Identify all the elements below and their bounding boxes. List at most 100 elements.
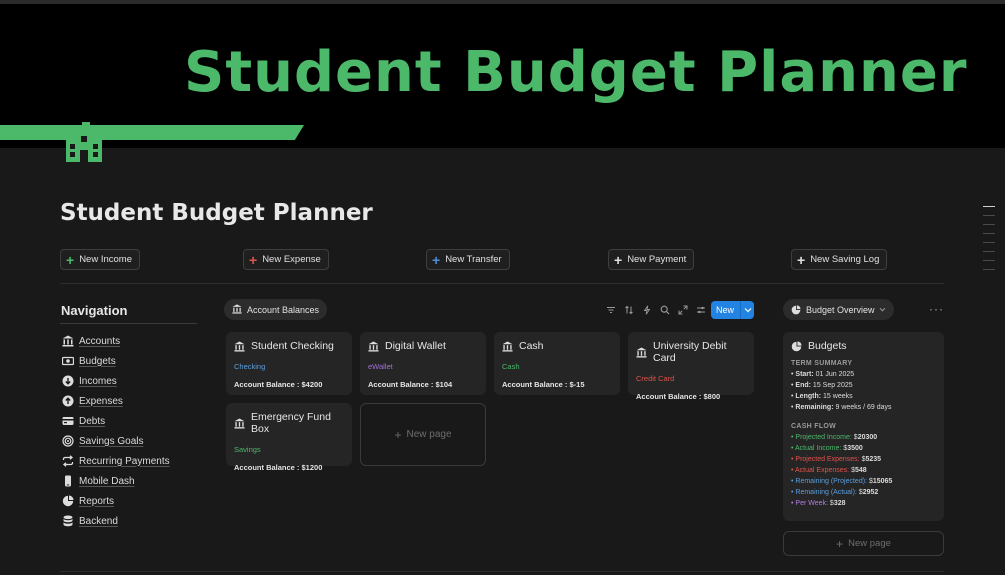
- nav-item-label: Budgets: [79, 355, 116, 367]
- more-options-icon[interactable]: ···: [929, 302, 944, 316]
- plus-icon: +: [836, 536, 844, 551]
- new-record-label: New: [716, 305, 735, 315]
- account-type: Credit Card: [636, 374, 675, 383]
- line-label: End:: [795, 382, 811, 389]
- nav-item-backend[interactable]: Backend: [62, 511, 170, 531]
- navigation-heading: Navigation: [61, 303, 128, 318]
- nav-item-accounts[interactable]: Accounts: [62, 331, 170, 351]
- plus-icon: +: [432, 251, 441, 268]
- repeat-icon: [62, 455, 74, 467]
- nav-item-recurring-payments[interactable]: Recurring Payments: [62, 451, 170, 471]
- line-label: Remaining (Projected):: [795, 478, 867, 485]
- view-toolbar: [604, 303, 707, 316]
- budget-overview-view-tab[interactable]: Budget Overview: [783, 299, 894, 320]
- term-summary-heading: TERM SUMMARY: [791, 360, 853, 367]
- outline-marker[interactable]: [983, 242, 995, 243]
- banner-top-line: [0, 0, 1005, 4]
- card-title: Budgets: [808, 340, 847, 352]
- plus-icon: +: [797, 251, 806, 268]
- account-card-digital-wallet[interactable]: Digital Wallet eWallet Account Balance :…: [360, 332, 486, 395]
- account-card-emergency-fund-box[interactable]: Emergency Fund Box Savings Account Balan…: [226, 403, 352, 472]
- page-title: Student Budget Planner: [60, 200, 373, 226]
- view-tab-label: Account Balances: [247, 304, 320, 315]
- chevron-down-icon[interactable]: [741, 307, 754, 313]
- nav-item-label: Expenses: [79, 395, 123, 407]
- arrow-up-circle-icon: [62, 395, 74, 407]
- nav-item-mobile-dash[interactable]: Mobile Dash: [62, 471, 170, 491]
- line-value: 01 Jun 2025: [815, 371, 855, 378]
- bank-icon: [636, 346, 647, 358]
- sort-icon[interactable]: [622, 303, 635, 316]
- account-balance: Account Balance : $104: [368, 380, 453, 389]
- bank-icon: [502, 340, 513, 352]
- plus-icon: +: [66, 251, 75, 268]
- outline-marker[interactable]: [983, 233, 995, 234]
- actual-income: • Actual Income: $3500: [791, 445, 863, 452]
- new-budget-page-button[interactable]: + New page: [783, 531, 944, 556]
- banner-stripe: [0, 125, 304, 140]
- term-end: • End: 15 Sep 2025: [791, 382, 853, 389]
- new-record-button[interactable]: New: [711, 301, 754, 319]
- section-divider: [60, 283, 944, 284]
- pie-chart-icon: [791, 340, 802, 352]
- nav-item-savings-goals[interactable]: Savings Goals: [62, 431, 170, 451]
- new-income-button[interactable]: + New Income: [60, 249, 140, 270]
- settings-sliders-icon[interactable]: [694, 303, 707, 316]
- nav-item-incomes[interactable]: Incomes: [62, 371, 170, 391]
- lightning-icon[interactable]: [640, 303, 653, 316]
- budgets-card[interactable]: Budgets TERM SUMMARY • Start: 01 Jun 202…: [783, 332, 944, 521]
- filter-icon[interactable]: [604, 303, 617, 316]
- line-label: Length:: [795, 393, 822, 400]
- cover-banner: Student Budget Planner: [0, 0, 1005, 148]
- expand-icon[interactable]: [676, 303, 689, 316]
- account-balance: Account Balance : $800: [636, 392, 721, 401]
- credit-card-icon: [62, 415, 74, 427]
- line-value: 5235: [865, 456, 882, 463]
- card-title: Digital Wallet: [385, 340, 446, 352]
- plus-icon: +: [614, 251, 623, 268]
- nav-item-label: Savings Goals: [79, 435, 144, 447]
- account-card-cash[interactable]: Cash Cash Account Balance : $-15: [494, 332, 620, 395]
- account-balances-view-tab[interactable]: Account Balances: [224, 299, 328, 320]
- new-page-label: New page: [406, 429, 452, 440]
- nav-item-label: Accounts: [79, 335, 121, 347]
- account-card-student-checking[interactable]: Student Checking Checking Account Balanc…: [226, 332, 352, 395]
- outline-marker[interactable]: [983, 251, 995, 252]
- navigation-list: Accounts Budgets Incomes Expenses Debts …: [62, 331, 170, 531]
- nav-item-debts[interactable]: Debts: [62, 411, 170, 431]
- outline-marker[interactable]: [983, 260, 995, 261]
- line-label: Start:: [795, 371, 814, 378]
- new-expense-button[interactable]: + New Expense: [243, 249, 329, 270]
- account-card-university-debit-card[interactable]: University Debit Card Credit Card Accoun…: [628, 332, 754, 401]
- card-title: Cash: [519, 340, 544, 352]
- new-payment-button[interactable]: + New Payment: [608, 249, 695, 270]
- database-icon: [62, 515, 74, 527]
- bank-icon: [234, 417, 245, 429]
- line-value: 548: [854, 467, 867, 474]
- line-value: 20300: [857, 434, 878, 441]
- new-transfer-label: New Transfer: [445, 254, 502, 265]
- remaining-projected: • Remaining (Projected): $15065: [791, 478, 893, 485]
- remaining-actual: • Remaining (Actual): $2952: [791, 489, 879, 496]
- outline-scroll-markers[interactable]: [983, 206, 995, 278]
- actual-expenses: • Actual Expenses: $548: [791, 467, 867, 474]
- school-icon[interactable]: [62, 122, 106, 164]
- search-icon[interactable]: [658, 303, 671, 316]
- line-value: 15 weeks: [823, 393, 853, 400]
- outline-marker[interactable]: [983, 215, 995, 216]
- account-type: Checking: [234, 362, 266, 371]
- nav-item-reports[interactable]: Reports: [62, 491, 170, 511]
- chevron-down-icon: [879, 307, 886, 312]
- new-page-card[interactable]: + New page: [360, 403, 486, 466]
- outline-marker[interactable]: [983, 269, 995, 270]
- new-saving-log-button[interactable]: + New Saving Log: [791, 249, 888, 270]
- line-value: 9 weeks / 69 days: [835, 404, 892, 411]
- nav-item-expenses[interactable]: Expenses: [62, 391, 170, 411]
- new-transfer-button[interactable]: + New Transfer: [426, 249, 510, 270]
- nav-item-label: Backend: [79, 515, 118, 527]
- outline-marker[interactable]: [983, 206, 995, 207]
- line-value: 3500: [847, 445, 863, 452]
- account-type: eWallet: [368, 362, 393, 371]
- outline-marker[interactable]: [983, 224, 995, 225]
- nav-item-budgets[interactable]: Budgets: [62, 351, 170, 371]
